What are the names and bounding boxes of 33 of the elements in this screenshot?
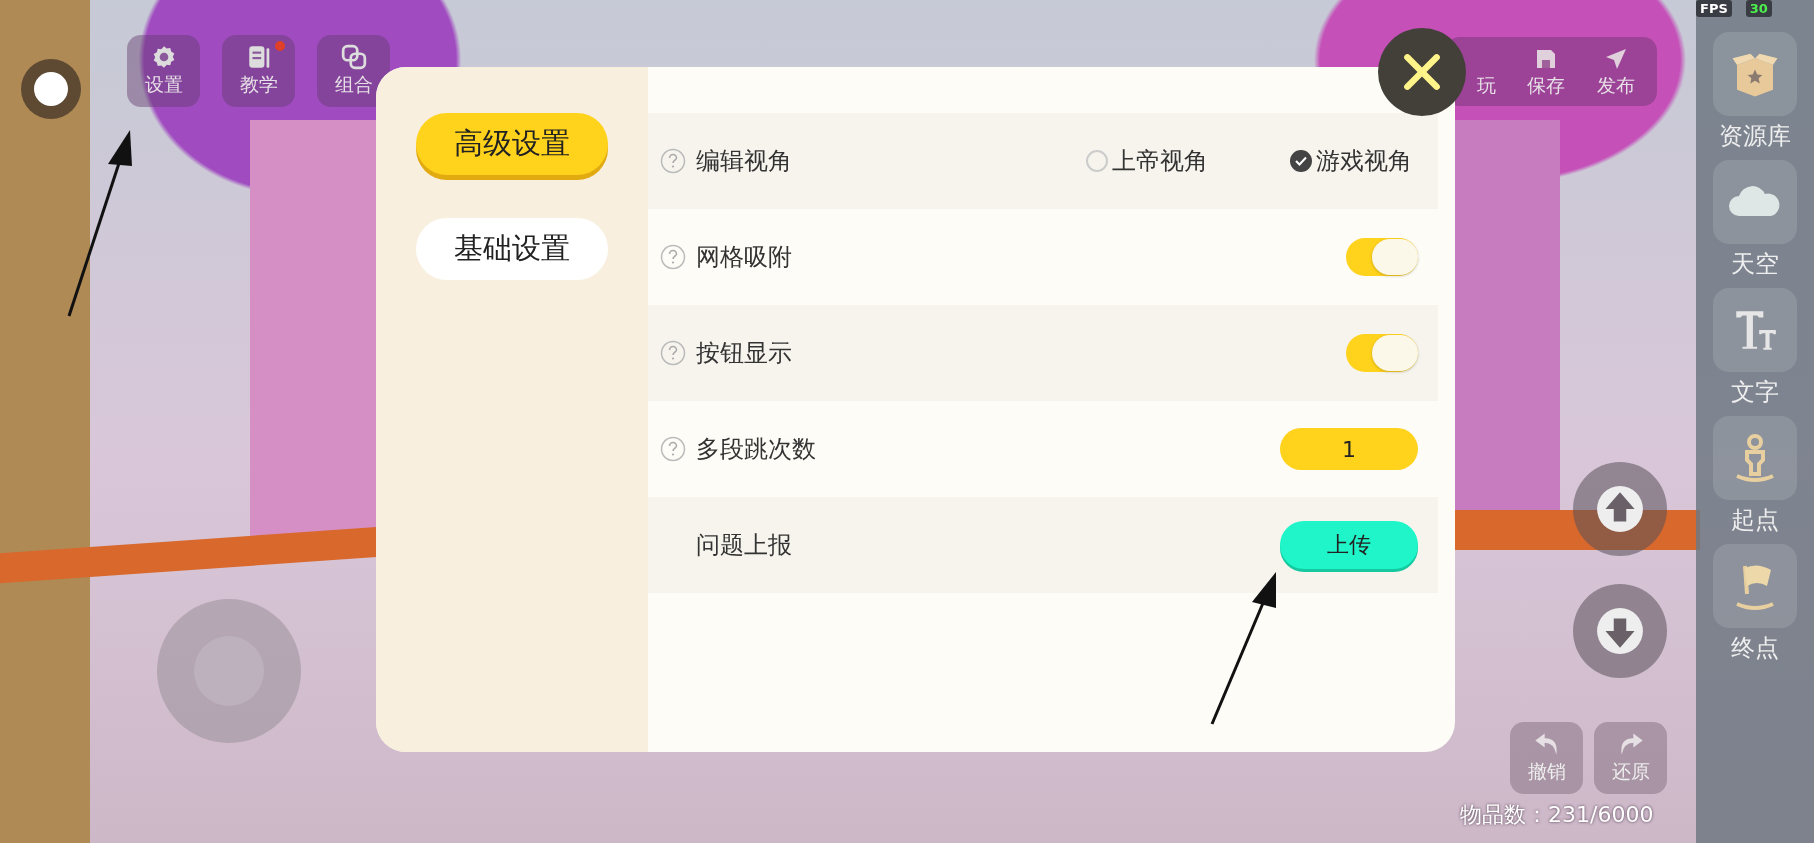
item-count: 物品数：231/6000 (1460, 801, 1654, 829)
settings-tab[interactable]: 基础设置 (416, 218, 608, 280)
radio-option[interactable]: 游戏视角 (1284, 144, 1418, 178)
radio-button[interactable] (1290, 150, 1312, 172)
value-field[interactable]: 1 (1280, 428, 1418, 470)
help-icon[interactable] (660, 244, 686, 270)
toggle-switch[interactable] (1346, 334, 1418, 372)
save-icon (1534, 47, 1558, 71)
upload-button[interactable]: 上传 (1280, 521, 1418, 569)
help-icon[interactable] (660, 340, 686, 366)
toolbar-button[interactable]: 教学 (222, 35, 295, 107)
help-icon[interactable] (660, 148, 686, 174)
record-button[interactable] (21, 59, 81, 119)
toggle-switch[interactable] (1346, 238, 1418, 276)
setting-label: 网格吸附 (696, 242, 793, 273)
fps-label: FPS (1696, 0, 1732, 17)
help-icon[interactable] (660, 436, 686, 462)
setting-label: 编辑视角 (696, 146, 793, 177)
setting-label: 问题上报 (696, 530, 793, 561)
toolbar-button[interactable]: 保存 (1521, 37, 1571, 109)
setting-label: 按钮显示 (696, 338, 793, 369)
toolbar-button[interactable]: 发布 (1591, 37, 1641, 109)
paper-plane-icon (1604, 47, 1628, 71)
checkmark-icon (1295, 156, 1307, 166)
history-button[interactable]: 还原 (1594, 722, 1667, 794)
overlapping-squares-icon (340, 44, 367, 70)
toolbar-button[interactable]: 设置 (127, 35, 200, 107)
fps-value: 30 (1745, 0, 1772, 17)
setting-label: 多段跳次数 (696, 434, 817, 465)
history-button[interactable]: 撤销 (1510, 722, 1583, 794)
toolbar-button[interactable]: 组合 (317, 35, 390, 107)
toolbar-button[interactable]: 玩 (1471, 37, 1501, 109)
radio-option[interactable]: 上帝视角 (1080, 144, 1214, 178)
